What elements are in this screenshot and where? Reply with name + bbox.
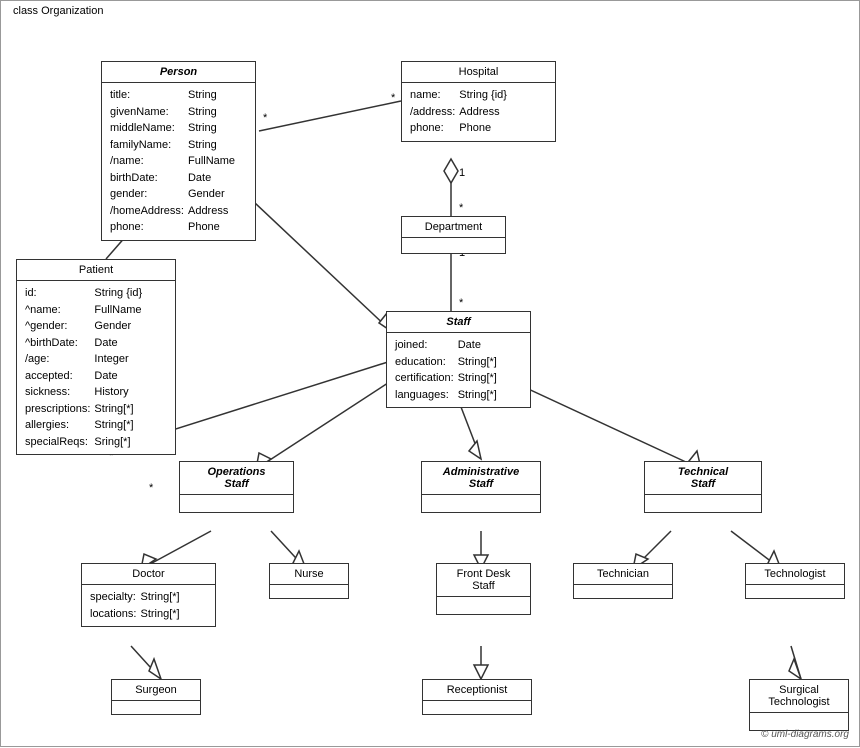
- class-administrative-staff-title: AdministrativeStaff: [422, 462, 540, 495]
- svg-text:*: *: [459, 202, 464, 214]
- class-technical-staff-title: TechnicalStaff: [645, 462, 761, 495]
- class-front-desk-staff: Front DeskStaff: [436, 563, 531, 615]
- svg-text:*: *: [263, 112, 268, 124]
- svg-text:*: *: [149, 482, 154, 494]
- class-nurse-title: Nurse: [270, 564, 348, 585]
- class-technical-staff: TechnicalStaff: [644, 461, 762, 513]
- class-surgeon: Surgeon: [111, 679, 201, 715]
- class-staff: Staff joined:Date education:String[*] ce…: [386, 311, 531, 408]
- diagram-title: class Organization: [9, 5, 108, 17]
- class-technician: Technician: [573, 563, 673, 599]
- class-staff-title: Staff: [387, 312, 530, 333]
- class-patient-title: Patient: [17, 260, 175, 281]
- class-surgeon-title: Surgeon: [112, 680, 200, 701]
- class-department-title: Department: [402, 217, 505, 238]
- class-surgical-technologist: SurgicalTechnologist: [749, 679, 849, 731]
- class-person-title: Person: [102, 62, 255, 83]
- class-person: Person title:String givenName:String mid…: [101, 61, 256, 241]
- class-administrative-staff: AdministrativeStaff: [421, 461, 541, 513]
- class-doctor-attrs: specialty:String[*] locations:String[*]: [82, 585, 215, 626]
- class-operations-staff: OperationsStaff: [179, 461, 294, 513]
- svg-text:1: 1: [459, 167, 465, 179]
- class-patient-attrs: id:String {id} ^name:FullName ^gender:Ge…: [17, 281, 175, 454]
- class-receptionist: Receptionist: [422, 679, 532, 715]
- class-front-desk-staff-title: Front DeskStaff: [437, 564, 530, 597]
- class-nurse: Nurse: [269, 563, 349, 599]
- class-doctor: Doctor specialty:String[*] locations:Str…: [81, 563, 216, 627]
- class-person-attrs: title:String givenName:String middleName…: [102, 83, 255, 240]
- svg-text:*: *: [459, 297, 464, 309]
- class-technologist: Technologist: [745, 563, 845, 599]
- class-surgical-technologist-title: SurgicalTechnologist: [750, 680, 848, 713]
- class-staff-attrs: joined:Date education:String[*] certific…: [387, 333, 530, 407]
- class-technician-title: Technician: [574, 564, 672, 585]
- class-hospital: Hospital name:String {id} /address:Addre…: [401, 61, 556, 142]
- diagram-container: class Organization * * 1 * 1 *: [0, 0, 860, 747]
- class-patient: Patient id:String {id} ^name:FullName ^g…: [16, 259, 176, 455]
- class-department: Department: [401, 216, 506, 254]
- class-doctor-title: Doctor: [82, 564, 215, 585]
- class-technologist-title: Technologist: [746, 564, 844, 585]
- class-hospital-attrs: name:String {id} /address:Address phone:…: [402, 83, 555, 141]
- class-operations-staff-title: OperationsStaff: [180, 462, 293, 495]
- class-hospital-title: Hospital: [402, 62, 555, 83]
- class-receptionist-title: Receptionist: [423, 680, 531, 701]
- svg-text:*: *: [391, 92, 396, 104]
- copyright: © uml-diagrams.org: [761, 729, 849, 740]
